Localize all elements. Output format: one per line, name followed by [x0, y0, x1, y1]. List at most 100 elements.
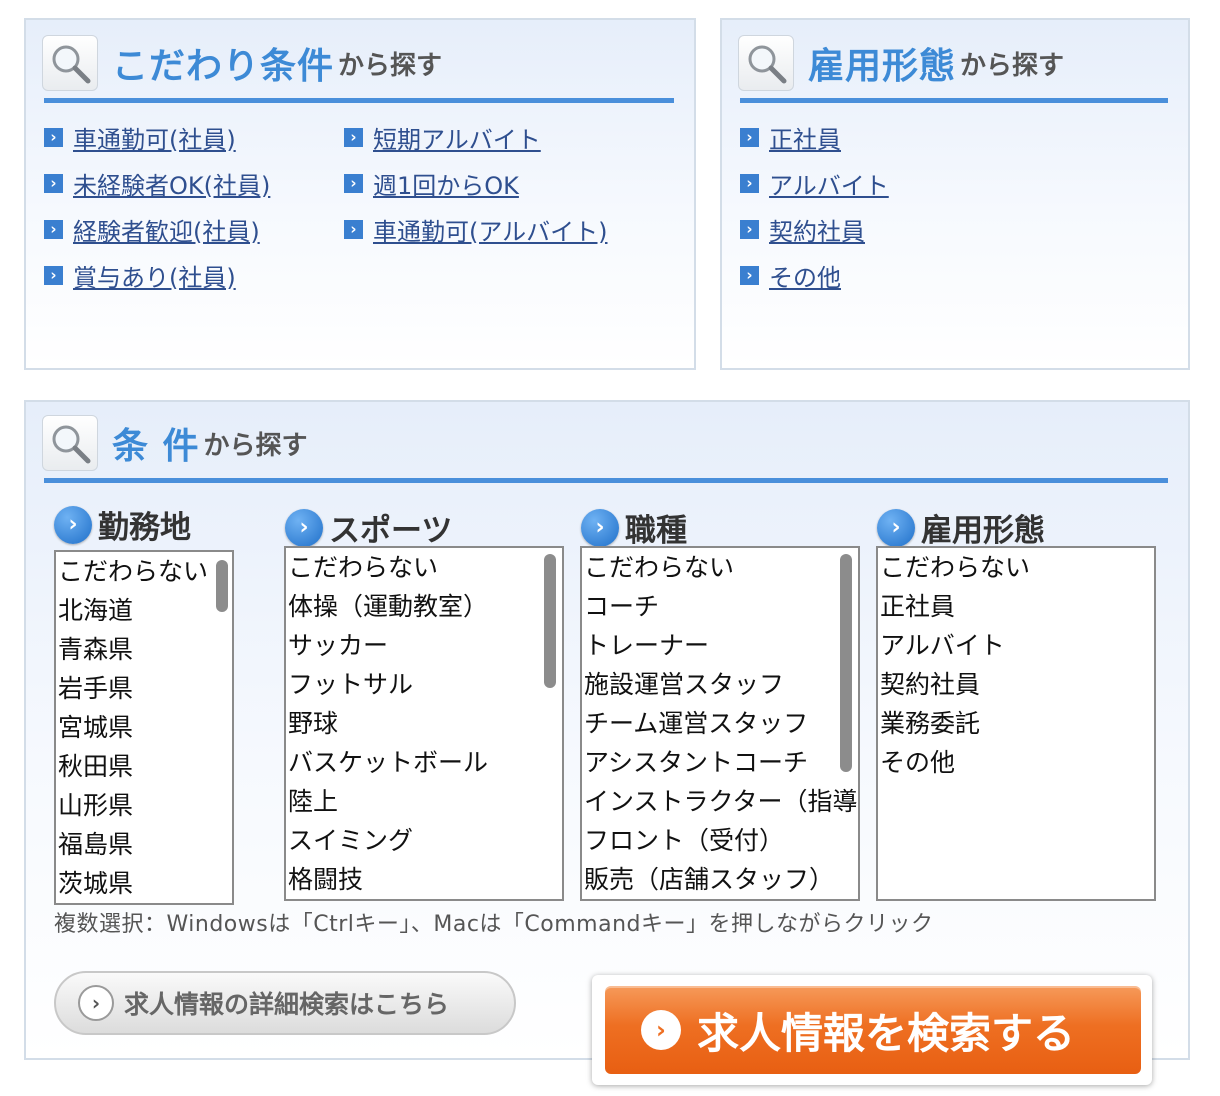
sports-select[interactable]: こだわらない 体操（運動教室） サッカー フットサル 野球 バスケットボール 陸… — [284, 546, 564, 901]
chevron-right-icon: › — [78, 985, 114, 1021]
column-head-shokushu: › 職種 — [581, 505, 687, 550]
select-option[interactable]: 体操（運動教室） — [286, 587, 562, 626]
multi-select-note: 複数選択：Windowsは「Ctrlキー」、Macは「Commandキー」を押し… — [54, 912, 934, 937]
detail-search-button[interactable]: › 求人情報の詳細検索はこちら — [54, 971, 516, 1035]
koyou-divider — [740, 98, 1168, 103]
select-option[interactable]: インストラクター（指導 — [582, 782, 858, 821]
koyou-panel: 雇用形態 から探す › 正社員 › アルバイト › 契約社員 › その他 — [720, 18, 1190, 370]
link-kodawari[interactable]: 車通勤可(社員) — [73, 120, 236, 155]
arrow-right-circle-icon: › — [581, 508, 619, 547]
select-option[interactable]: その他 — [878, 743, 1154, 782]
select-option[interactable]: こだわらない — [582, 548, 858, 587]
link-kodawari[interactable]: 賞与あり(社員) — [73, 258, 236, 293]
select-option[interactable]: コーチ — [582, 587, 858, 626]
link-koyou[interactable]: 契約社員 — [769, 212, 865, 247]
select-option[interactable]: アシスタントコーチ — [582, 743, 858, 782]
joken-title: 条 件 — [112, 426, 200, 467]
list-item: › 賞与あり(社員) — [44, 252, 270, 298]
arrow-right-square-icon: › — [44, 265, 63, 285]
select-option[interactable]: こだわらない — [56, 552, 232, 591]
column-head-koyou: › 雇用形態 — [877, 505, 1045, 550]
kinmuchi-select[interactable]: こだわらない 北海道 青森県 岩手県 宮城県 秋田県 山形県 福島県 茨城県 — [54, 550, 234, 905]
kodawari-title: こだわり条件 — [112, 46, 335, 87]
options-list: こだわらない 体操（運動教室） サッカー フットサル 野球 バスケットボール 陸… — [286, 548, 562, 899]
koyou-title: 雇用形態 — [808, 46, 957, 87]
list-item: › 短期アルバイト — [344, 114, 608, 160]
select-option[interactable]: フットサル — [286, 665, 562, 704]
koyou-title-suffix: から探す — [960, 50, 1065, 81]
arrow-right-square-icon: › — [344, 173, 363, 193]
column-label: 勤務地 — [98, 510, 191, 546]
scrollbar-thumb[interactable] — [840, 554, 852, 772]
select-option[interactable]: 格闘技 — [286, 860, 562, 899]
select-option[interactable]: 福島県 — [56, 825, 232, 864]
column-label: スポーツ — [329, 513, 453, 549]
link-kodawari[interactable]: 車通勤可(アルバイト) — [373, 212, 608, 247]
select-option[interactable]: 山形県 — [56, 786, 232, 825]
link-kodawari[interactable]: 週1回からOK — [373, 166, 519, 201]
arrow-right-square-icon: › — [740, 219, 759, 239]
select-option[interactable]: 茨城県 — [56, 864, 232, 903]
select-option[interactable]: 販売（店舗スタッフ） — [582, 860, 858, 899]
column-label: 雇用形態 — [921, 513, 1045, 549]
joken-divider — [44, 478, 1168, 483]
select-option[interactable]: チーム運営スタッフ — [582, 704, 858, 743]
arrow-right-square-icon: › — [44, 219, 63, 239]
link-koyou[interactable]: アルバイト — [769, 166, 889, 201]
kodawari-links-left: › 車通勤可(社員) › 未経験者OK(社員) › 経験者歓迎(社員) › 賞与あり(社… — [44, 114, 270, 298]
magnifier-icon — [738, 35, 794, 91]
select-option[interactable]: バスケットボール — [286, 743, 562, 782]
list-item: › 未経験者OK(社員) — [44, 160, 270, 206]
options-list: こだわらない 正社員 アルバイト 契約社員 業務委託 その他 — [878, 548, 1154, 782]
scrollbar-thumb[interactable] — [544, 554, 556, 688]
list-item: › その他 — [740, 252, 889, 298]
select-option[interactable]: 陸上 — [286, 782, 562, 821]
link-kodawari[interactable]: 未経験者OK(社員) — [73, 166, 270, 201]
shokushu-select[interactable]: こだわらない コーチ トレーナー 施設運営スタッフ チーム運営スタッフ アシスタ… — [580, 546, 860, 901]
select-option[interactable]: こだわらない — [878, 548, 1154, 587]
select-option[interactable]: フロント（受付） — [582, 821, 858, 860]
list-item: › 車通勤可(社員) — [44, 114, 270, 160]
arrow-right-square-icon: › — [740, 265, 759, 285]
select-option[interactable]: 業務委託 — [878, 704, 1154, 743]
arrow-right-square-icon: › — [740, 173, 759, 193]
kodawari-header: こだわり条件 から探す — [42, 28, 442, 98]
kodawari-title-suffix: から探す — [338, 50, 443, 81]
arrow-right-square-icon: › — [344, 127, 363, 147]
list-item: › 車通勤可(アルバイト) — [344, 206, 608, 252]
koyou-header: 雇用形態 から探す — [738, 28, 1064, 98]
select-option[interactable]: 宮城県 — [56, 708, 232, 747]
link-kodawari[interactable]: 短期アルバイト — [373, 120, 541, 155]
kodawari-divider — [44, 98, 674, 103]
select-option[interactable]: 施設運営スタッフ — [582, 665, 858, 704]
options-list: こだわらない 北海道 青森県 岩手県 宮城県 秋田県 山形県 福島県 茨城県 — [56, 552, 232, 903]
koyou-select[interactable]: こだわらない 正社員 アルバイト 契約社員 業務委託 その他 — [876, 546, 1156, 901]
koyou-links: › 正社員 › アルバイト › 契約社員 › その他 — [740, 114, 889, 298]
select-option[interactable]: アルバイト — [878, 626, 1154, 665]
select-option[interactable]: サッカー — [286, 626, 562, 665]
joken-title-suffix: から探す — [203, 430, 308, 461]
select-option[interactable]: 青森県 — [56, 630, 232, 669]
link-koyou[interactable]: その他 — [769, 258, 841, 293]
kodawari-links-right: › 短期アルバイト › 週1回からOK › 車通勤可(アルバイト) — [344, 114, 608, 252]
link-kodawari[interactable]: 経験者歓迎(社員) — [73, 212, 260, 247]
select-option[interactable]: 野球 — [286, 704, 562, 743]
detail-search-label: 求人情報の詳細検索はこちら — [124, 990, 450, 1019]
list-item: › アルバイト — [740, 160, 889, 206]
select-option[interactable]: トレーナー — [582, 626, 858, 665]
scrollbar-thumb[interactable] — [216, 560, 228, 612]
search-jobs-button[interactable]: › 求人情報を検索する — [605, 986, 1141, 1074]
column-label: 職種 — [625, 513, 687, 549]
column-head-sports: › スポーツ — [285, 505, 452, 550]
select-option[interactable]: 岩手県 — [56, 669, 232, 708]
kodawari-panel: こだわり条件 から探す › 車通勤可(社員) › 未経験者OK(社員) › 経験者歓迎… — [24, 18, 696, 370]
arrow-right-square-icon: › — [344, 219, 363, 239]
select-option[interactable]: 北海道 — [56, 591, 232, 630]
select-option[interactable]: スイミング — [286, 821, 562, 860]
select-option[interactable]: こだわらない — [286, 548, 562, 587]
link-koyou[interactable]: 正社員 — [769, 120, 841, 155]
select-option[interactable]: 正社員 — [878, 587, 1154, 626]
select-option[interactable]: 秋田県 — [56, 747, 232, 786]
column-head-kinmuchi: › 勤務地 — [54, 502, 191, 547]
select-option[interactable]: 契約社員 — [878, 665, 1154, 704]
